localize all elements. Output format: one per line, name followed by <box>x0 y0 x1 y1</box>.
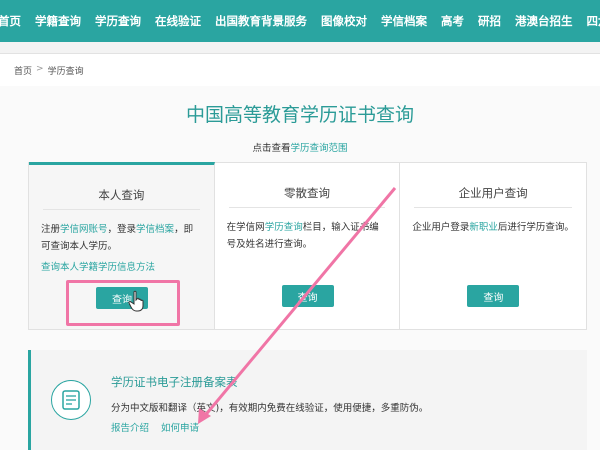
breadcrumb-home[interactable]: 首页 <box>14 64 32 77</box>
breadcrumb: 首页 > 学历查询 <box>14 64 84 77</box>
nav-student-archive[interactable]: 学信档案 <box>374 13 434 29</box>
query-scope-link[interactable]: 学历查询范围 <box>291 143 348 154</box>
nav-student-status-query[interactable]: 学籍查询 <box>28 13 88 29</box>
record-title[interactable]: 学历证书电子注册备案表 <box>111 374 238 390</box>
card-text: ，登录 <box>107 224 137 235</box>
enterprise-query-button[interactable]: 查询 <box>467 285 520 307</box>
page-title: 中国高等教育学历证书查询 <box>185 104 414 126</box>
highlight-annotation-box <box>66 280 180 326</box>
breadcrumb-current: 学历查询 <box>47 67 84 77</box>
self-query-method-link[interactable]: 查询本人学籍学历信息方法 <box>41 259 155 273</box>
nav-home[interactable]: 首页 <box>0 13 28 29</box>
new-career-link[interactable]: 新职业 <box>469 222 498 233</box>
nav-hmt-admission[interactable]: 港澳台招生 <box>508 13 580 29</box>
nav-online-verification[interactable]: 在线验证 <box>148 13 208 29</box>
card-title: 本人查询 <box>98 188 145 202</box>
card-enterprise-query: 企业用户查询 企业用户登录新职业后进行学历查询。 查询 <box>400 163 587 329</box>
nav-graduate-admission[interactable]: 研招 <box>471 13 508 29</box>
document-icon <box>51 380 91 420</box>
report-intro-link[interactable]: 报告介绍 <box>111 420 149 434</box>
nav-image-proofing[interactable]: 图像校对 <box>314 13 374 29</box>
card-divider <box>414 207 573 208</box>
card-text: 后进行学历查询。 <box>497 222 574 233</box>
card-title: 企业用户查询 <box>458 186 528 200</box>
card-text: 企业用户登录 <box>412 222 470 233</box>
nav-degree-query[interactable]: 学历查询 <box>88 13 148 29</box>
scattered-query-button[interactable]: 查询 <box>281 285 334 307</box>
card-text: 在学信网 <box>226 222 265 233</box>
how-to-apply-link[interactable]: 如何申请 <box>161 420 199 434</box>
record-description: 分为中文版和翻译（英文)，有效期内免费在线验证，使用便捷，多重防伪。 <box>111 403 429 414</box>
card-description: 在学信网学历查询栏目，输入证书编号及姓名进行查询。 <box>227 219 388 253</box>
card-description: 注册学信网账号，登录学信档案，即可查询本人学历。 <box>41 221 202 255</box>
query-scope-prefix: 点击查看 <box>252 143 291 154</box>
nav-cet-scores[interactable]: 四六级查分 <box>580 13 600 29</box>
card-divider <box>43 209 200 210</box>
card-description: 企业用户登录新职业后进行学历查询。 <box>412 219 574 236</box>
card-divider <box>228 207 386 208</box>
nav-overseas-education-service[interactable]: 出国教育背景服务 <box>208 13 314 29</box>
student-archive-link[interactable]: 学信档案 <box>136 224 174 235</box>
card-scattered-query: 零散查询 在学信网学历查询栏目，输入证书编号及姓名进行查询。 查询 <box>214 163 401 329</box>
register-account-link[interactable]: 学信网账号 <box>60 224 108 235</box>
card-text: 注册 <box>41 224 61 235</box>
degree-query-link[interactable]: 学历查询 <box>265 222 303 233</box>
breadcrumb-separator: > <box>36 64 44 74</box>
query-scope-line: 点击查看学历查询范围 <box>0 140 600 154</box>
top-navigation: 首页 学籍查询 学历查询 在线验证 出国教育背景服务 图像校对 学信档案 高考 … <box>0 0 600 42</box>
electronic-registration-record: 学历证书电子注册备案表 分为中文版和翻译（英文)，有效期内免费在线验证，使用便捷… <box>28 350 587 450</box>
nav-gaokao[interactable]: 高考 <box>434 13 471 29</box>
card-title: 零散查询 <box>284 186 330 200</box>
record-links: 报告介绍 如何申请 <box>111 420 199 434</box>
sub-header-bar <box>0 42 600 54</box>
hand-pointer-icon <box>128 290 144 312</box>
